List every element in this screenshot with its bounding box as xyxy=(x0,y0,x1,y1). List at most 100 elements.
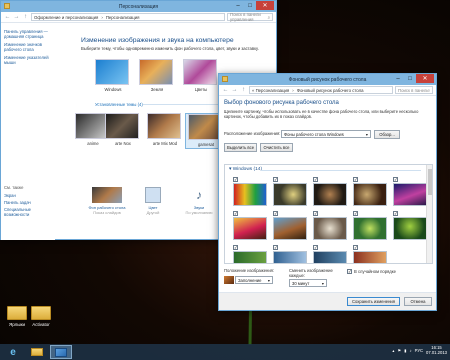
wallpaper-thumbnail[interactable]: ✓ xyxy=(233,177,267,206)
wallpaper-thumbnail[interactable]: ✓ xyxy=(233,245,267,263)
folder-icon xyxy=(7,306,27,320)
grid-scrollbar[interactable] xyxy=(426,165,432,263)
theme-flowers[interactable]: Цветы xyxy=(181,59,221,95)
wallpaper-checkbox[interactable]: ✓ xyxy=(353,177,358,182)
link-change-mouse-pointers[interactable]: Изменение указателей мыши xyxy=(4,55,54,65)
desktop-background-thumbnail xyxy=(92,187,122,203)
forward-icon[interactable]: → xyxy=(231,87,238,93)
flag-icon[interactable]: ⚑ xyxy=(397,348,401,353)
breadcrumb-item[interactable]: Оформление и персонализация xyxy=(34,15,98,20)
clock-date: 07.01.2013 xyxy=(426,350,447,355)
page-title: Выбор фонового рисунка рабочего стола xyxy=(224,100,339,106)
wallpaper-checkbox[interactable]: ✓ xyxy=(273,177,278,182)
scrollbar-thumb[interactable] xyxy=(428,169,432,195)
volume-icon[interactable]: ♪ xyxy=(410,348,412,353)
sounds-link[interactable]: ♪ Звуки По умолчанию xyxy=(177,187,221,215)
breadcrumb[interactable]: « Персонализация › Фоновый рисунок рабоч… xyxy=(249,86,393,94)
back-icon[interactable]: ← xyxy=(4,14,11,20)
wallpaper-thumbnail[interactable]: ✓ xyxy=(233,211,267,240)
taskbar-ie[interactable]: e xyxy=(2,345,24,359)
desktop-background-link[interactable]: Фон рабочего стола Показ слайдов xyxy=(85,187,129,215)
wallpaper-thumbnail[interactable]: ✓ xyxy=(313,245,347,263)
wallpaper-checkbox[interactable]: ✓ xyxy=(313,245,318,250)
wallpaper-checkbox[interactable]: ✓ xyxy=(353,245,358,250)
wallpaper-thumbnail[interactable]: ✓ xyxy=(313,177,347,206)
wallpaper-checkbox[interactable]: ✓ xyxy=(233,211,238,216)
wallpaper-grid: ▾ Windows (14) ✓ ✓ ✓ ✓ ✓ ✓ ✓ ✓ ✓ ✓ ✓ ✓ ✓… xyxy=(224,164,433,264)
group-heading[interactable]: ▾ Windows (14) xyxy=(229,167,262,172)
wallpaper-thumbnail[interactable]: ✓ xyxy=(353,245,387,263)
desktop-background-titlebar[interactable]: Фоновый рисунок рабочего стола – □ ✕ xyxy=(219,74,436,85)
save-changes-button[interactable]: Сохранить изменения xyxy=(347,297,400,306)
chevron-right-icon: › xyxy=(101,14,103,20)
maximize-button[interactable]: □ xyxy=(404,74,416,83)
sounds-value: По умолчанию xyxy=(185,210,213,215)
forward-icon[interactable]: → xyxy=(13,14,20,20)
link-control-panel-home[interactable]: Панель управления — домашняя страница xyxy=(4,29,54,39)
minimize-button[interactable]: – xyxy=(392,74,404,83)
minimize-button[interactable]: – xyxy=(232,1,244,10)
wallpaper-thumbnail[interactable]: ✓ xyxy=(353,211,387,240)
change-interval-label: Сменить изображение каждые: xyxy=(289,268,333,278)
desktop-background-value: Показ слайдов xyxy=(93,210,121,215)
wallpaper-thumbnail[interactable]: ✓ xyxy=(393,211,427,240)
wallpaper-checkbox[interactable]: ✓ xyxy=(233,177,238,182)
link-taskbar[interactable]: Панель задач xyxy=(4,200,54,205)
personalization-titlebar[interactable]: Персонализация – □ ✕ xyxy=(1,1,276,12)
wallpaper-checkbox[interactable]: ✓ xyxy=(313,211,318,216)
theme-installed[interactable]: arte Nox xyxy=(103,113,143,149)
wallpaper-thumbnail[interactable]: ✓ xyxy=(313,211,347,240)
taskbar-control-panel[interactable] xyxy=(50,345,72,359)
clear-all-button[interactable]: Очистить все xyxy=(260,143,293,152)
link-accessibility[interactable]: Специальные возможности xyxy=(4,207,54,217)
up-icon[interactable]: ↑ xyxy=(22,14,29,20)
dialog-footer: Сохранить изменения Отмена xyxy=(219,292,436,310)
taskbar-explorer[interactable] xyxy=(26,345,48,359)
theme-thumbnail xyxy=(188,114,222,140)
theme-earth[interactable]: Земля xyxy=(137,59,177,95)
clock[interactable]: 16:15 07.01.2013 xyxy=(426,345,447,355)
breadcrumb-item[interactable]: Фоновый рисунок рабочего стола xyxy=(297,88,364,93)
wallpaper-thumbnail[interactable]: ✓ xyxy=(273,245,307,263)
link-change-desktop-icons[interactable]: Изменение значков рабочего стола xyxy=(4,42,54,52)
search-input[interactable]: Поиск в панели управления ⌕ xyxy=(227,12,273,22)
search-icon: ⌕ xyxy=(427,87,430,93)
language-indicator[interactable]: РУС xyxy=(415,348,423,353)
breadcrumb[interactable]: Оформление и персонализация › Персонализ… xyxy=(31,13,225,21)
breadcrumb-item[interactable]: Персонализация xyxy=(106,15,140,20)
picture-position-select[interactable]: Заполнение ▾ xyxy=(235,276,273,284)
close-button[interactable]: ✕ xyxy=(256,1,274,10)
wallpaper-checkbox[interactable]: ✓ xyxy=(273,211,278,216)
shuffle-checkbox[interactable]: ✓ xyxy=(347,269,352,274)
change-interval-value: 30 минут xyxy=(292,280,310,286)
desktop-icon-activator[interactable]: Activator xyxy=(26,306,56,327)
link-display[interactable]: Экран xyxy=(4,193,54,198)
up-icon[interactable]: ↑ xyxy=(240,87,247,93)
wallpaper-thumbnail[interactable]: ✓ xyxy=(393,177,427,206)
search-input[interactable]: Поиск в панели управления ⌕ xyxy=(395,86,433,94)
network-icon[interactable]: ▮ xyxy=(404,348,406,353)
close-button[interactable]: ✕ xyxy=(416,74,434,83)
change-interval-select[interactable]: 30 минут ▾ xyxy=(289,279,327,287)
arrow-up-icon[interactable]: ▴ xyxy=(392,348,394,353)
wallpaper-checkbox[interactable]: ✓ xyxy=(353,211,358,216)
breadcrumb-item[interactable]: « Персонализация xyxy=(252,88,289,93)
wallpaper-checkbox[interactable]: ✓ xyxy=(313,177,318,182)
browse-button[interactable]: Обзор... xyxy=(374,130,400,139)
wallpaper-thumbnail[interactable]: ✓ xyxy=(273,211,307,240)
theme-installed[interactable]: arte Mix Mod xyxy=(145,113,185,149)
wallpaper-thumbnail[interactable]: ✓ xyxy=(273,177,307,206)
location-select[interactable]: Фоны рабочего стола Windows ▾ xyxy=(281,130,371,138)
maximize-button[interactable]: □ xyxy=(244,1,256,10)
wallpaper-thumbnail[interactable]: ✓ xyxy=(353,177,387,206)
select-all-button[interactable]: Выделить все xyxy=(224,143,257,152)
back-icon[interactable]: ← xyxy=(222,87,229,93)
taskbar: e ▴ ⚑ ▮ ♪ РУС 16:15 07.01.2013 xyxy=(0,344,450,360)
theme-windows[interactable]: Windows xyxy=(93,59,133,95)
wallpaper-checkbox[interactable]: ✓ xyxy=(233,245,238,250)
wallpaper-checkbox[interactable]: ✓ xyxy=(393,177,398,182)
wallpaper-checkbox[interactable]: ✓ xyxy=(393,211,398,216)
cancel-button[interactable]: Отмена xyxy=(404,297,432,306)
color-link[interactable]: Цвет Другой xyxy=(131,187,175,215)
wallpaper-checkbox[interactable]: ✓ xyxy=(273,245,278,250)
